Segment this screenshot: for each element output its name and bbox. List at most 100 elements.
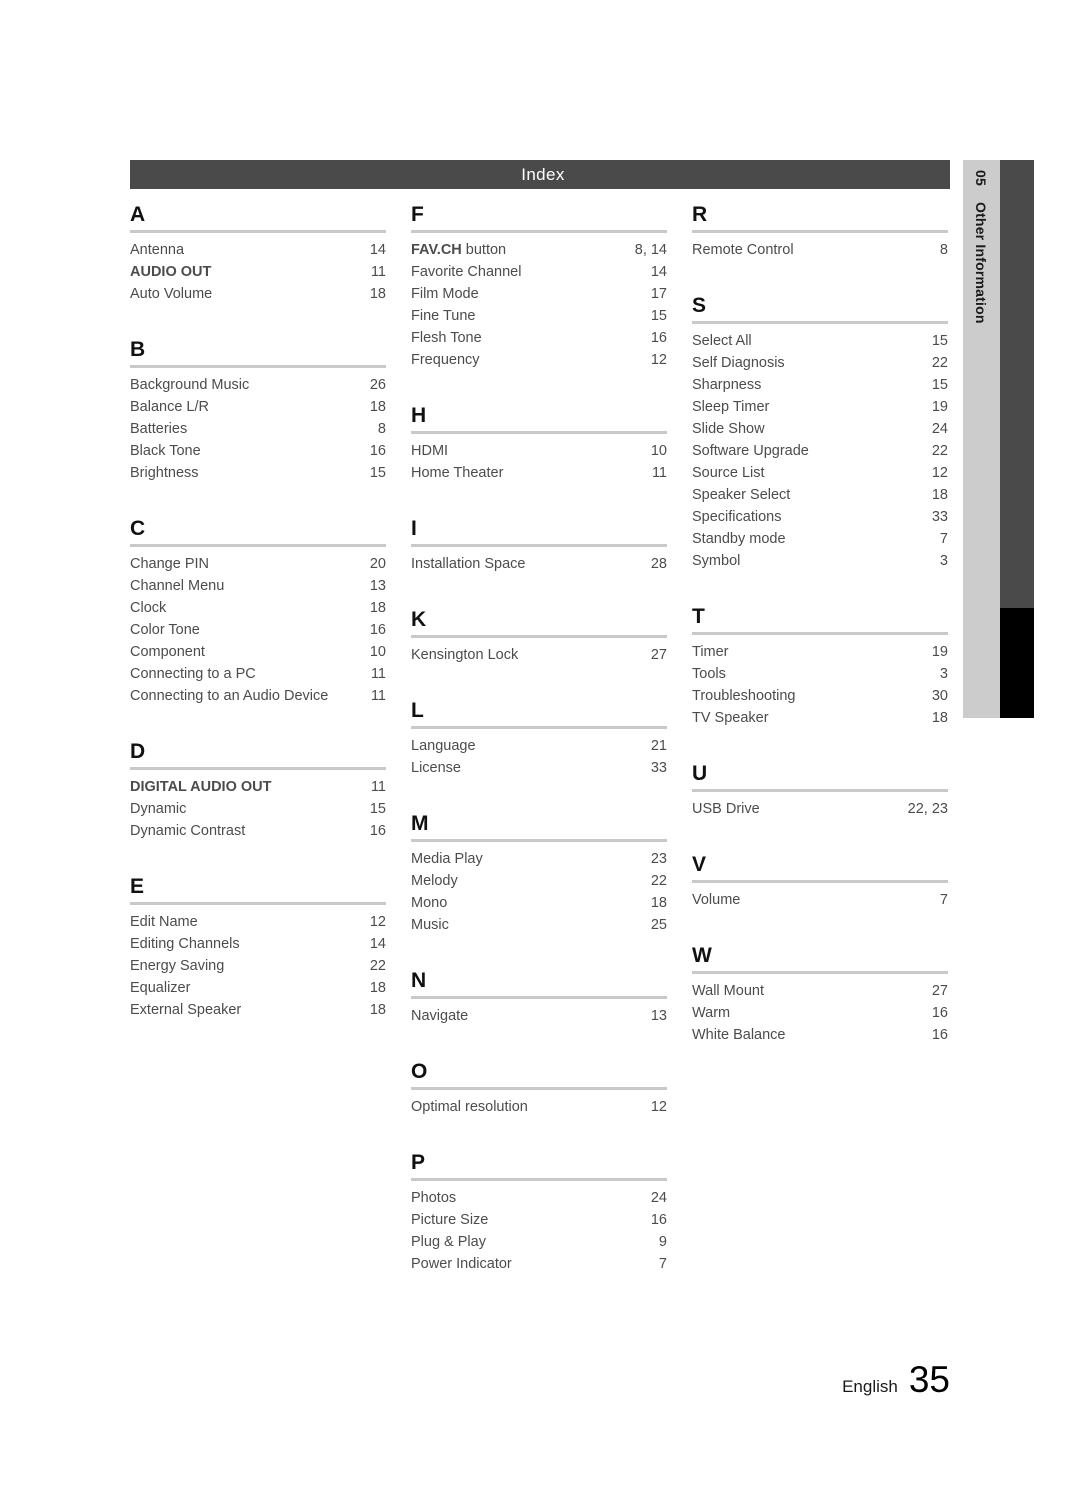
index-entry[interactable]: DIGITAL AUDIO OUT 11 (130, 776, 386, 798)
index-entry[interactable]: Energy Saving 22 (130, 955, 386, 977)
index-entry[interactable]: Troubleshooting 30 (692, 685, 948, 707)
index-entry[interactable]: Auto Volume 18 (130, 283, 386, 305)
index-entry[interactable]: Optimal resolution 12 (411, 1096, 667, 1118)
index-entry-label: License (411, 760, 461, 776)
index-entry[interactable]: Self Diagnosis 22 (692, 352, 948, 374)
index-entry[interactable]: Melody 22 (411, 870, 667, 892)
index-entry-list: Installation Space 28 (411, 553, 667, 575)
index-entry-page: 27 (650, 647, 667, 663)
index-entry[interactable]: Mono 18 (411, 892, 667, 914)
index-entry[interactable]: Equalizer 18 (130, 977, 386, 999)
index-entry[interactable]: Frequency 12 (411, 349, 667, 371)
index-entry[interactable]: Kensington Lock 27 (411, 644, 667, 666)
section-divider (411, 726, 667, 729)
index-entry[interactable]: Film Mode 17 (411, 283, 667, 305)
index-entry[interactable]: Edit Name 12 (130, 911, 386, 933)
index-entry-page: 30 (931, 688, 948, 704)
index-entry-label: Select All (692, 333, 752, 349)
index-entry-list: USB Drive 22, 23 (692, 798, 948, 820)
index-entry[interactable]: Speaker Select 18 (692, 484, 948, 506)
index-entry[interactable]: Installation Space 28 (411, 553, 667, 575)
index-entry-label: Slide Show (692, 421, 765, 437)
index-entry[interactable]: Timer 19 (692, 641, 948, 663)
section-letter: N (411, 969, 427, 992)
index-entry[interactable]: FAV.CH button 8, 14 (411, 239, 667, 261)
index-entry-label: Clock (130, 600, 167, 616)
chapter-marker-bar-black (1000, 608, 1034, 718)
section-letter: B (130, 338, 146, 361)
index-entry[interactable]: Clock 18 (130, 597, 386, 619)
index-entry[interactable]: Plug & Play 9 (411, 1231, 667, 1253)
chapter-number: 05 (973, 170, 990, 186)
index-entry[interactable]: Flesh Tone 16 (411, 327, 667, 349)
index-entry[interactable]: Slide Show 24 (692, 418, 948, 440)
index-entry[interactable]: Select All 15 (692, 330, 948, 352)
index-section: T Timer 19 Tools 3 Troubleshooting 30 TV Speake… (692, 606, 948, 729)
index-entry[interactable]: USB Drive 22, 23 (692, 798, 948, 820)
index-entry[interactable]: Specifications 33 (692, 506, 948, 528)
index-entry[interactable]: Favorite Channel 14 (411, 261, 667, 283)
index-entry[interactable]: Music 25 (411, 914, 667, 936)
index-entry[interactable]: Antenna 14 (130, 239, 386, 261)
index-entry[interactable]: Symbol 3 (692, 550, 948, 572)
index-entry[interactable]: HDMI 10 (411, 440, 667, 462)
index-entry[interactable]: Standby mode 7 (692, 528, 948, 550)
index-entry[interactable]: Power Indicator 7 (411, 1253, 667, 1275)
index-entry[interactable]: Dynamic Contrast 16 (130, 820, 386, 842)
section-letter: U (692, 762, 708, 785)
index-entry[interactable]: Fine Tune 15 (411, 305, 667, 327)
index-entry[interactable]: External Speaker 18 (130, 999, 386, 1021)
section-letter: I (411, 517, 417, 540)
index-entry[interactable]: Balance L/R 18 (130, 396, 386, 418)
index-entry-page: 18 (369, 1002, 386, 1018)
index-entry-label: Specifications (692, 509, 782, 525)
index-entry-label: HDMI (411, 443, 449, 459)
index-entry[interactable]: White Balance 16 (692, 1024, 948, 1046)
index-entry[interactable]: AUDIO OUT 11 (130, 261, 386, 283)
index-entry-label: Favorite Channel (411, 264, 522, 280)
index-entry[interactable]: TV Speaker 18 (692, 707, 948, 729)
index-entry[interactable]: Batteries 8 (130, 418, 386, 440)
section-divider (692, 971, 948, 974)
index-entry[interactable]: Editing Channels 14 (130, 933, 386, 955)
index-entry[interactable]: Change PIN 20 (130, 553, 386, 575)
index-entry[interactable]: Sleep Timer 19 (692, 396, 948, 418)
index-entry[interactable]: Warm 16 (692, 1002, 948, 1024)
index-entry[interactable]: License 33 (411, 757, 667, 779)
index-entry[interactable]: Connecting to a PC 11 (130, 663, 386, 685)
index-entry[interactable]: Wall Mount 27 (692, 980, 948, 1002)
index-entry[interactable]: Navigate 13 (411, 1005, 667, 1027)
index-entry-list: Change PIN 20 Channel Menu 13 Clock 18 Color T… (130, 553, 386, 707)
index-entry-page: 27 (931, 983, 948, 999)
index-entry[interactable]: Background Music 26 (130, 374, 386, 396)
index-section: U USB Drive 22, 23 (692, 763, 948, 820)
index-entry[interactable]: Color Tone 16 (130, 619, 386, 641)
index-entry[interactable]: Tools 3 (692, 663, 948, 685)
index-entry-page: 10 (369, 644, 386, 660)
index-entry[interactable]: Photos 24 (411, 1187, 667, 1209)
index-entry[interactable]: Picture Size 16 (411, 1209, 667, 1231)
index-section: H HDMI 10 Home Theater 11 (411, 405, 667, 484)
index-entry[interactable]: Channel Menu 13 (130, 575, 386, 597)
index-entry[interactable]: Media Play 23 (411, 848, 667, 870)
index-entry[interactable]: Language 21 (411, 735, 667, 757)
index-entry[interactable]: Remote Control 8 (692, 239, 948, 261)
index-entry[interactable]: Sharpness 15 (692, 374, 948, 396)
index-entry-page: 8 (377, 421, 386, 437)
index-entry-list: HDMI 10 Home Theater 11 (411, 440, 667, 484)
index-entry[interactable]: Component 10 (130, 641, 386, 663)
index-entry[interactable]: Source List 12 (692, 462, 948, 484)
section-divider (411, 230, 667, 233)
index-entry[interactable]: Software Upgrade 22 (692, 440, 948, 462)
index-section: P Photos 24 Picture Size 16 Plug & Play 9 Power… (411, 1152, 667, 1275)
index-entry[interactable]: Dynamic 15 (130, 798, 386, 820)
index-entry-label: Self Diagnosis (692, 355, 785, 371)
section-letter: E (130, 875, 145, 898)
index-entry[interactable]: Volume 7 (692, 889, 948, 911)
index-entry[interactable]: Connecting to an Audio Device 11 (130, 685, 386, 707)
index-entry[interactable]: Home Theater 11 (411, 462, 667, 484)
index-entry[interactable]: Black Tone 16 (130, 440, 386, 462)
index-entry[interactable]: Brightness 15 (130, 462, 386, 484)
index-section: N Navigate 13 (411, 970, 667, 1027)
index-entry-page: 18 (369, 980, 386, 996)
